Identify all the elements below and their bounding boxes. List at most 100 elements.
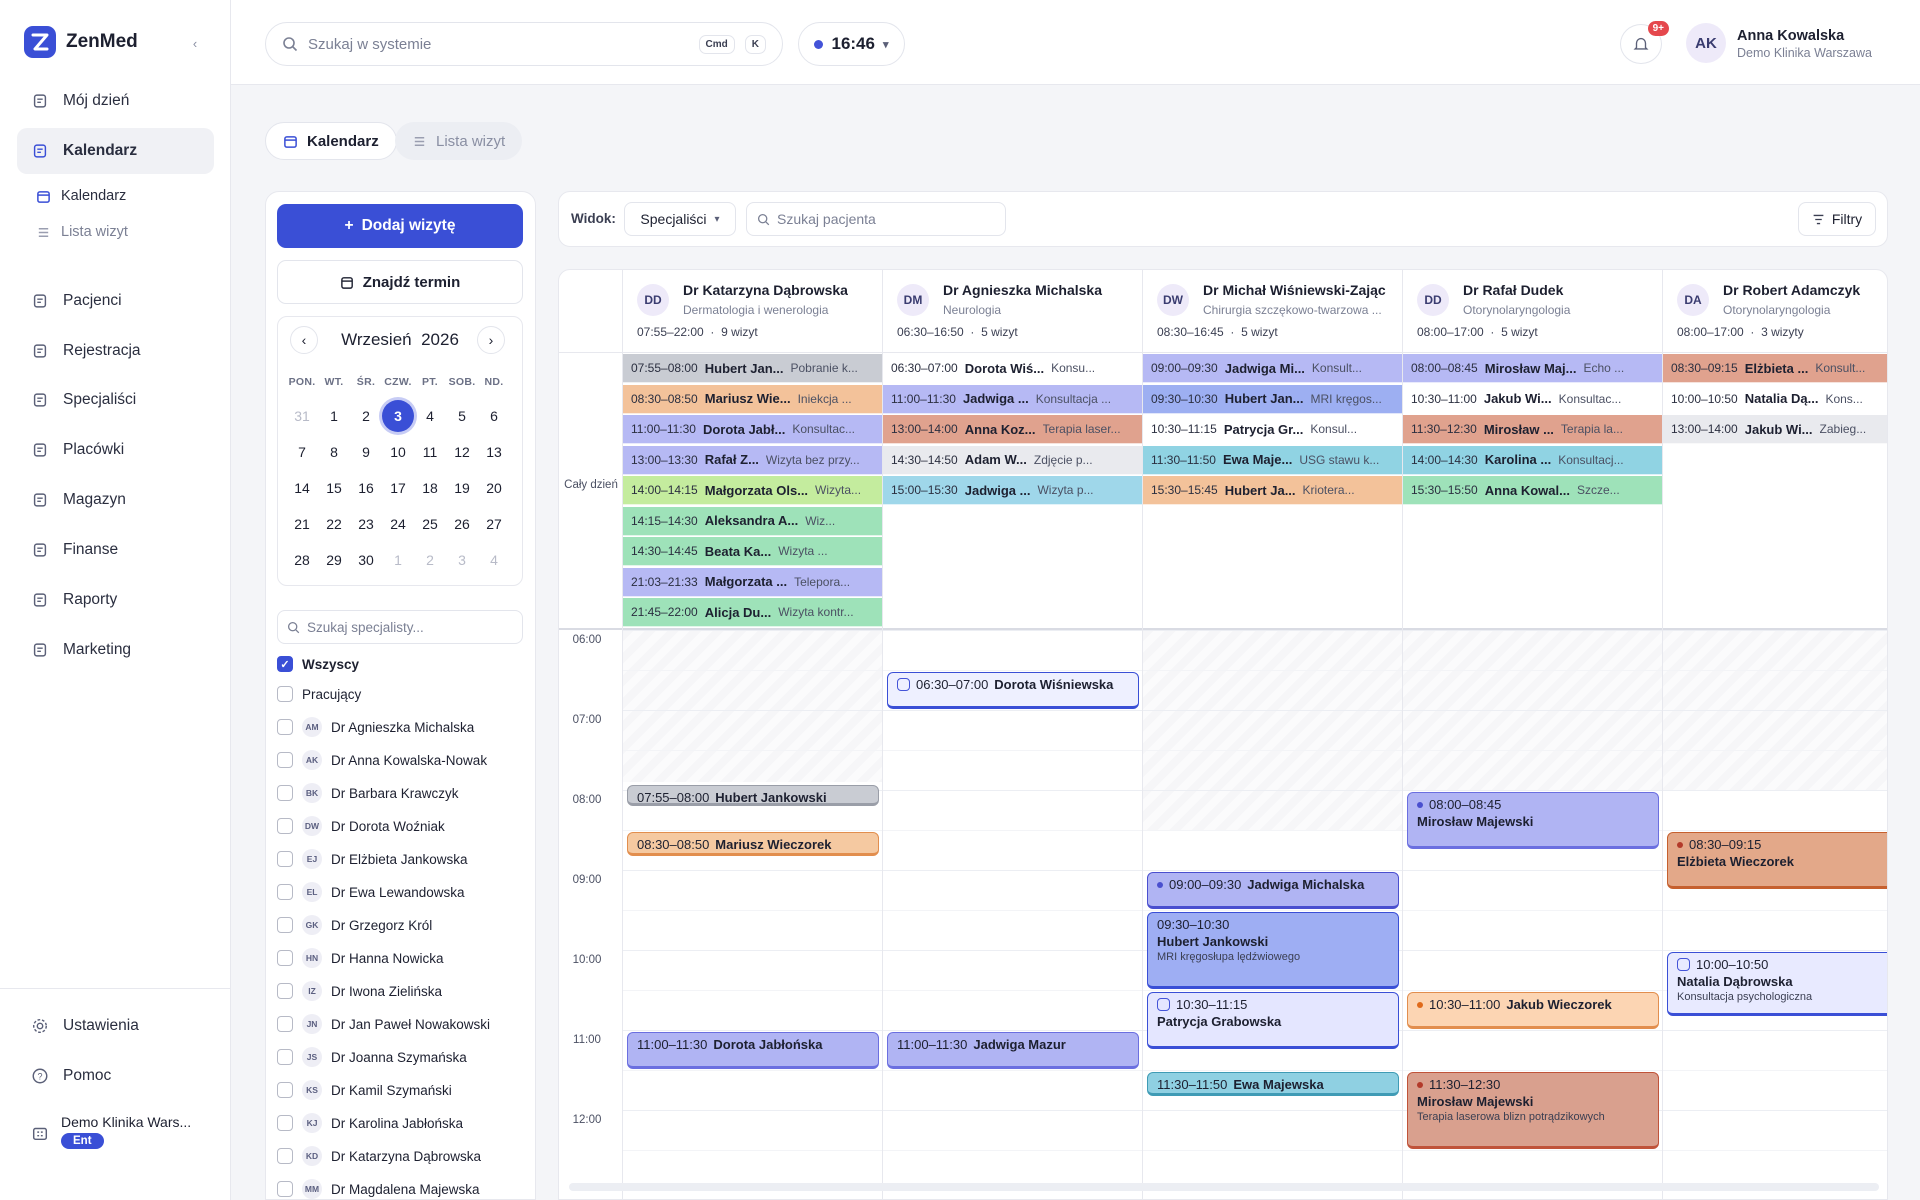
allday-appointment[interactable]: 07:55–08:00 Hubert Jan... Pobranie k... xyxy=(623,354,882,383)
calendar-day[interactable]: 25 xyxy=(414,508,446,540)
specialist-filter-item[interactable]: AK Dr Anna Kowalska-Nowak xyxy=(277,750,487,770)
allday-appointment[interactable]: 15:30–15:50 Anna Kowal... Szcze... xyxy=(1403,476,1662,505)
checkbox[interactable] xyxy=(277,1082,293,1098)
allday-appointment[interactable]: 14:30–14:50 Adam W... Zdjęcie p... xyxy=(883,445,1142,475)
user-avatar[interactable]: AK xyxy=(1686,23,1726,63)
sidebar-item-pomoc[interactable]: ? Pomoc xyxy=(17,1053,214,1099)
appointment-block[interactable]: 10:00–10:50 Natalia Dąbrowska Konsultacj… xyxy=(1667,952,1887,1016)
add-visit-button[interactable]: + Dodaj wizytę xyxy=(277,204,523,248)
specialist-filter-item[interactable]: DW Dr Dorota Woźniak xyxy=(277,816,445,836)
specialist-filter-item[interactable]: GK Dr Grzegorz Król xyxy=(277,915,432,935)
allday-appointment[interactable]: 08:30–08:50 Mariusz Wie... Iniekcja ... xyxy=(623,384,882,414)
specialist-filter-item[interactable]: MM Dr Magdalena Majewska xyxy=(277,1179,480,1199)
checkbox[interactable] xyxy=(277,752,293,768)
checkbox[interactable] xyxy=(277,1181,293,1197)
checkbox[interactable] xyxy=(277,1115,293,1131)
calendar-day[interactable]: 26 xyxy=(446,508,478,540)
checkbox[interactable] xyxy=(277,1049,293,1065)
calendar-day[interactable]: 13 xyxy=(478,436,510,468)
horizontal-scrollbar[interactable] xyxy=(569,1183,1879,1191)
checkbox[interactable] xyxy=(277,1148,293,1164)
checkbox[interactable] xyxy=(277,884,293,900)
allday-appointment[interactable]: 14:00–14:15 Małgorzata Ols... Wizyta... xyxy=(623,476,882,505)
specialist-column-header[interactable]: DW Dr Michał Wiśniewski-Zając Chirurgia … xyxy=(1143,270,1403,352)
appointment-block[interactable]: 11:00–11:30 Dorota Jabłońska xyxy=(627,1032,879,1069)
sidebar-item-marketing[interactable]: Marketing xyxy=(17,627,214,673)
appointment-block[interactable]: 08:30–08:50 Mariusz Wieczorek xyxy=(627,832,879,856)
allday-appointment[interactable]: 21:03–21:33 Małgorzata ... Telepora... xyxy=(623,567,882,597)
sidebar-item-raporty[interactable]: Raporty xyxy=(17,577,214,623)
calendar-day[interactable]: 7 xyxy=(286,436,318,468)
specialist-filter-item[interactable]: EJ Dr Elżbieta Jankowska xyxy=(277,849,468,869)
notifications-button[interactable]: 9+ xyxy=(1620,21,1669,64)
calendar-day[interactable]: 19 xyxy=(446,472,478,504)
calendar-day[interactable]: 8 xyxy=(318,436,350,468)
calendar-day[interactable]: 12 xyxy=(446,436,478,468)
calendar-day[interactable]: 15 xyxy=(318,472,350,504)
calendar-day[interactable]: 16 xyxy=(350,472,382,504)
allday-appointment[interactable]: 14:30–14:45 Beata Ka... Wizyta ... xyxy=(623,537,882,566)
specialist-filter-item[interactable]: EL Dr Ewa Lewandowska xyxy=(277,882,465,902)
calendar-day[interactable]: 9 xyxy=(350,436,382,468)
allday-appointment[interactable]: 08:30–09:15 Elżbieta ... Konsult... xyxy=(1663,354,1887,383)
specialist-filter-item[interactable]: HN Dr Hanna Nowicka xyxy=(277,948,444,968)
allday-appointment[interactable]: 06:30–07:00 Dorota Wiś... Konsu... xyxy=(883,354,1142,383)
specialist-filter-item[interactable]: IZ Dr Iwona Zielińska xyxy=(277,981,442,1001)
allday-appointment[interactable]: 21:45–22:00 Alicja Du... Wizyta kontr... xyxy=(623,598,882,627)
allday-appointment[interactable]: 13:00–14:00 Jakub Wi... Zabieg... xyxy=(1663,415,1887,444)
calendar-day[interactable]: 6 xyxy=(478,400,510,432)
calendar-day[interactable]: 5 xyxy=(446,400,478,432)
sidebar-item-moj-dzien[interactable]: Mój dzień xyxy=(17,78,214,124)
specialist-filter-item[interactable]: JS Dr Joanna Szymańska xyxy=(277,1047,467,1067)
specialist-filter-item[interactable]: KD Dr Katarzyna Dąbrowska xyxy=(277,1146,481,1166)
specialist-column-header[interactable]: DA Dr Robert Adamczyk Otorynolaryngologi… xyxy=(1663,270,1887,352)
patient-search-input[interactable]: Szukaj pacjenta xyxy=(746,202,1006,236)
collapse-sidebar-button[interactable]: ‹ xyxy=(182,32,208,54)
calendar-day[interactable]: 23 xyxy=(350,508,382,540)
calendar-day[interactable]: 3 xyxy=(446,544,478,576)
appointment-block[interactable]: 11:00–11:30 Jadwiga Mazur xyxy=(887,1032,1139,1069)
specialist-search-input[interactable]: Szukaj specjalisty... xyxy=(277,610,523,644)
view-select[interactable]: Specjaliści ▾ xyxy=(624,202,736,236)
allday-appointment[interactable]: 11:00–11:30 Dorota Jabł... Konsultac... xyxy=(623,415,882,444)
calendar-day[interactable]: 31 xyxy=(286,400,318,432)
checkbox[interactable] xyxy=(277,1016,293,1032)
specialist-filter-item[interactable]: KJ Dr Karolina Jabłońska xyxy=(277,1113,463,1133)
specialist-filter-item[interactable]: KS Dr Kamil Szymański xyxy=(277,1080,452,1100)
calendar-day[interactable]: 3 xyxy=(382,400,414,432)
appointment-block[interactable]: 09:30–10:30 Hubert Jankowski MRI kręgosł… xyxy=(1147,912,1399,989)
sidebar-item-kalendarz[interactable]: Kalendarz xyxy=(17,128,214,174)
global-search[interactable]: Szukaj w systemie Cmd K xyxy=(265,22,783,66)
allday-appointment[interactable]: 14:15–14:30 Aleksandra A... Wiz... xyxy=(623,506,882,536)
sidebar-item-finanse[interactable]: Finanse xyxy=(17,527,214,573)
allday-appointment[interactable]: 13:00–13:30 Rafał Z... Wizyta bez przy..… xyxy=(623,445,882,475)
calendar-day[interactable]: 27 xyxy=(478,508,510,540)
calendar-day[interactable]: 1 xyxy=(318,400,350,432)
appointment-block[interactable]: 07:55–08:00 Hubert Jankowski xyxy=(627,785,879,807)
specialist-filter-item[interactable]: BK Dr Barbara Krawczyk xyxy=(277,783,459,803)
calendar-day[interactable]: 10 xyxy=(382,436,414,468)
specialist-column-header[interactable]: DD Dr Katarzyna Dąbrowska Dermatologia i… xyxy=(623,270,883,352)
allday-appointment[interactable]: 09:00–09:30 Jadwiga Mi... Konsult... xyxy=(1143,354,1402,383)
allday-appointment[interactable]: 15:00–15:30 Jadwiga ... Wizyta p... xyxy=(883,476,1142,505)
filter-all[interactable]: ✓ Wszyscy xyxy=(277,656,359,672)
calendar-day[interactable]: 28 xyxy=(286,544,318,576)
appointment-block[interactable]: 11:30–11:50 Ewa Majewska xyxy=(1147,1072,1399,1096)
sidebar-item-pacjenci[interactable]: Pacjenci xyxy=(17,278,214,324)
org-switcher[interactable]: Demo Klinika Wars... Ent xyxy=(61,1114,191,1149)
checkbox[interactable] xyxy=(277,686,293,702)
subnav-lista-wizyt[interactable]: Lista wizyt xyxy=(36,224,128,240)
sidebar-item-rejestracja[interactable]: Rejestracja xyxy=(17,328,214,374)
checkbox-checked[interactable]: ✓ xyxy=(277,656,293,672)
filters-button[interactable]: Filtry xyxy=(1798,202,1876,236)
subnav-kalendarz[interactable]: Kalendarz xyxy=(36,188,126,204)
appointment-block[interactable]: 06:30–07:00 Dorota Wiśniewska xyxy=(887,672,1139,709)
calendar-day[interactable]: 22 xyxy=(318,508,350,540)
appointment-block[interactable]: 11:30–12:30 Mirosław Majewski Terapia la… xyxy=(1407,1072,1659,1149)
allday-appointment[interactable]: 09:30–10:30 Hubert Jan... MRI kręgos... xyxy=(1143,384,1402,414)
appointment-block[interactable]: 10:30–11:15 Patrycja Grabowska xyxy=(1147,992,1399,1049)
appointment-block[interactable]: 08:30–09:15 Elżbieta Wieczorek xyxy=(1667,832,1887,889)
allday-appointment[interactable]: 08:00–08:45 Mirosław Maj... Echo ... xyxy=(1403,354,1662,383)
calendar-day[interactable]: 20 xyxy=(478,472,510,504)
calendar-day[interactable]: 21 xyxy=(286,508,318,540)
